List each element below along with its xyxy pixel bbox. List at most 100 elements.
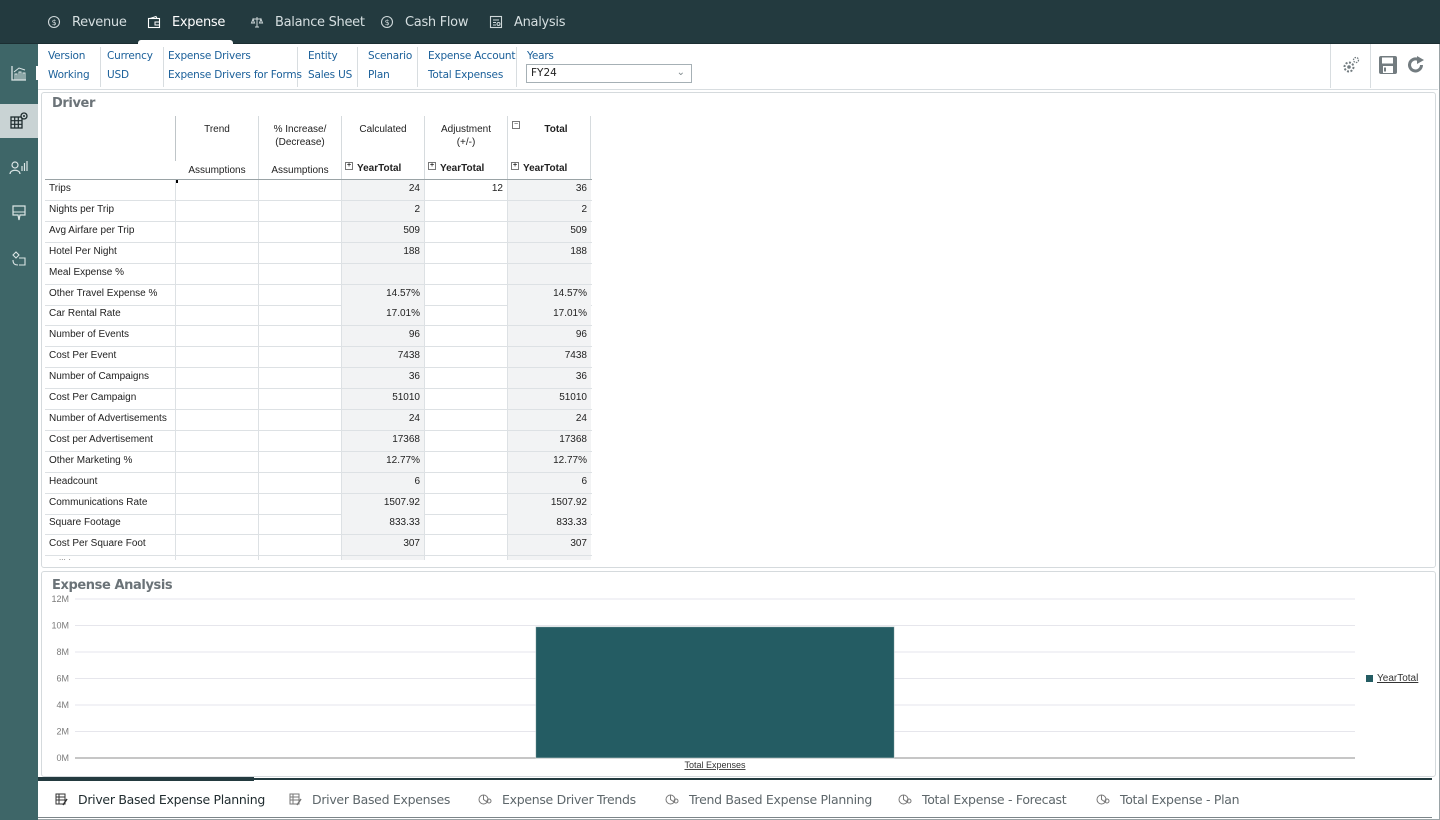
cell-calc[interactable]: 6	[341, 472, 424, 493]
cell-calc[interactable]	[341, 263, 424, 284]
cell-pct[interactable]	[258, 305, 341, 326]
cell-pct[interactable]	[258, 284, 341, 305]
cell-adj[interactable]	[424, 347, 507, 368]
cell-calc[interactable]: 1507.92	[341, 493, 424, 514]
cell-adj[interactable]	[424, 535, 507, 556]
cell-total[interactable]: 307	[507, 535, 591, 556]
cell-trend[interactable]	[175, 200, 258, 221]
refresh-icon[interactable]	[1403, 52, 1429, 78]
cell-adj[interactable]	[424, 368, 507, 389]
cell-pct[interactable]	[258, 347, 341, 368]
cell-total[interactable]: 509	[507, 221, 591, 242]
cell-calc[interactable]: 833.33	[341, 514, 424, 535]
cell-adj[interactable]	[424, 284, 507, 305]
chart-icon[interactable]	[0, 56, 38, 90]
cell-pct[interactable]	[258, 451, 341, 472]
cell-pct[interactable]	[258, 493, 341, 514]
cell-calc[interactable]: 17.01%	[341, 305, 424, 326]
cell-pct[interactable]	[258, 535, 341, 556]
cell-calc[interactable]: 12.77%	[341, 451, 424, 472]
cell-trend[interactable]	[175, 242, 258, 263]
tab-balance-sheet[interactable]: Balance Sheet	[249, 0, 365, 44]
cell-calc[interactable]: 188	[341, 242, 424, 263]
cell-adj[interactable]	[424, 430, 507, 451]
pov-value[interactable]: Expense Drivers for Forms	[168, 69, 302, 81]
legend-item-yeartotal[interactable]: YearTotal	[1366, 673, 1418, 684]
pov-expense-account[interactable]: Expense Account Total Expenses	[418, 47, 517, 87]
expand-icon[interactable]: +	[345, 162, 353, 170]
cell-trend[interactable]	[175, 368, 258, 389]
cell-calc[interactable]: 51010	[341, 389, 424, 409]
cell-pct[interactable]	[258, 221, 341, 242]
cell-adj[interactable]	[424, 514, 507, 535]
pov-currency[interactable]: Currency USD	[97, 47, 164, 87]
cell-trend[interactable]	[175, 514, 258, 535]
funnel-icon[interactable]	[0, 196, 38, 230]
cell-calc[interactable]: 509	[341, 221, 424, 242]
form-tab[interactable]: Trend Based Expense Planning	[665, 780, 872, 818]
cell-pct[interactable]	[258, 556, 341, 560]
bar-yeartotal[interactable]	[535, 626, 895, 759]
cell-trend[interactable]	[175, 409, 258, 430]
tab-expense[interactable]: Expense	[137, 0, 234, 44]
cell-calc[interactable]: 14.57%	[341, 284, 424, 305]
cell-adj[interactable]	[424, 472, 507, 493]
x-category-label[interactable]: Total Expenses	[684, 760, 746, 770]
cell-pct[interactable]	[258, 389, 341, 409]
cell-pct[interactable]	[258, 242, 341, 263]
cell-calc[interactable]: 96	[341, 326, 424, 347]
cell-pct[interactable]	[258, 514, 341, 535]
cell-total[interactable]: 96	[507, 326, 591, 347]
cell-total[interactable]: 188	[507, 242, 591, 263]
gear-icon[interactable]	[1338, 52, 1364, 78]
cell-total[interactable]: 17.01%	[507, 305, 591, 326]
save-icon[interactable]	[1375, 52, 1401, 78]
cell-adj[interactable]	[424, 263, 507, 284]
cell-trend[interactable]	[175, 430, 258, 451]
cell-pct[interactable]	[258, 263, 341, 284]
header-yeartotal[interactable]: + YearTotal	[345, 162, 401, 175]
cell-total[interactable]: 2	[507, 200, 591, 221]
header-yeartotal[interactable]: + YearTotal	[428, 162, 484, 175]
cell-pct[interactable]	[258, 180, 341, 200]
cell-trend[interactable]	[175, 389, 258, 409]
form-tab[interactable]: Expense Driver Trends	[478, 780, 636, 818]
refresh-shapes-icon[interactable]	[0, 242, 38, 276]
cell-adj[interactable]	[424, 221, 507, 242]
cell-adj[interactable]	[424, 493, 507, 514]
cell-total[interactable]: 12.77%	[507, 451, 591, 472]
cell-trend[interactable]	[175, 284, 258, 305]
pov-version[interactable]: Version Working	[38, 47, 101, 87]
cell-pct[interactable]	[258, 200, 341, 221]
cell-adj[interactable]	[424, 326, 507, 347]
cell-total[interactable]: 7438	[507, 347, 591, 368]
cell-total[interactable]: 51010	[507, 389, 591, 409]
cell-total[interactable]: 14.57%	[507, 284, 591, 305]
cell-pct[interactable]	[258, 472, 341, 493]
form-tab[interactable]: Total Expense - Forecast	[898, 780, 1067, 818]
cell-calc[interactable]: 2	[341, 200, 424, 221]
cell-calc[interactable]: 307	[341, 535, 424, 556]
cell-adj[interactable]	[424, 389, 507, 409]
cell-total[interactable]: 6	[507, 472, 591, 493]
pov-value[interactable]: Total Expenses	[428, 69, 503, 81]
cell-trend[interactable]	[175, 556, 258, 560]
cell-calc[interactable]: 7438	[341, 347, 424, 368]
cell-trend[interactable]	[175, 347, 258, 368]
cell-pct[interactable]	[258, 368, 341, 389]
cell-calc[interactable]: 24	[341, 180, 424, 200]
tab-revenue[interactable]: $ Revenue	[46, 0, 127, 44]
years-select[interactable]: FY24 ⌄	[526, 64, 692, 83]
cell-total[interactable]: 17368	[507, 430, 591, 451]
cell-trend[interactable]	[175, 472, 258, 493]
cell-calc[interactable]: 7.74%	[341, 556, 424, 560]
cell-total[interactable]	[507, 263, 591, 284]
cell-total[interactable]: 36	[507, 180, 591, 200]
cell-total[interactable]: 833.33	[507, 514, 591, 535]
cell-trend[interactable]	[175, 180, 258, 200]
form-tab[interactable]: Total Expense - Plan	[1096, 780, 1240, 818]
pov-value[interactable]: USD	[107, 69, 129, 81]
pov-entity[interactable]: Entity Sales US	[298, 47, 358, 87]
cell-adj[interactable]	[424, 242, 507, 263]
cell-total[interactable]: 24	[507, 409, 591, 430]
